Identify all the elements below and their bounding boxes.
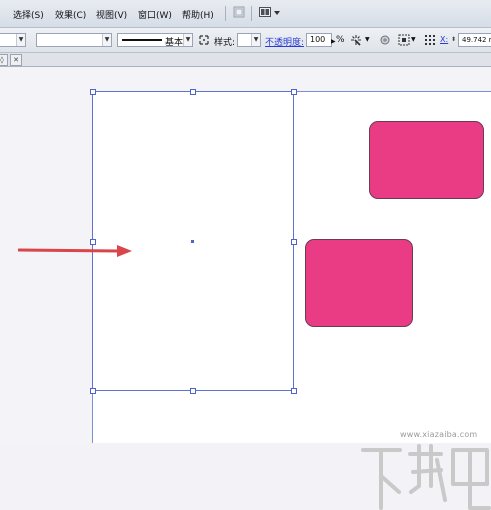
brush-definition-icon[interactable] [199, 35, 209, 45]
resize-handle-top-center[interactable] [190, 89, 196, 95]
control-bar: ▼ ▼ 基本 ▼ 样式: ▼ 不透明度: 100 ▶ % ▼ ▼ X: ⬍ 49… [0, 28, 491, 53]
menu-effect[interactable]: 效果(C) [55, 8, 86, 21]
resize-handle-top-left[interactable] [90, 89, 96, 95]
resize-handle-bottom-left[interactable] [90, 388, 96, 394]
menu-help[interactable]: 帮助(H) [182, 8, 214, 21]
resize-handle-middle-right[interactable] [291, 239, 297, 245]
opacity-value: 100 [310, 35, 326, 44]
selection-center-point [191, 240, 194, 243]
resize-handle-top-right[interactable] [291, 89, 297, 95]
bridge-icon[interactable] [233, 6, 245, 18]
x-label[interactable]: X: [440, 35, 448, 44]
stroke-profile-dropdown[interactable]: 基本 ▼ [117, 33, 193, 48]
fill-dropdown[interactable]: ▼ [0, 33, 26, 47]
pink-rounded-rectangle-lower[interactable] [305, 239, 413, 327]
pink-rounded-rectangle-upper[interactable] [369, 121, 484, 199]
opacity-link[interactable]: 不透明度: [265, 35, 304, 48]
annotation-arrow-icon [18, 245, 132, 257]
align-to-selection-icon[interactable] [398, 34, 410, 46]
recolor-artwork-icon[interactable] [350, 34, 362, 46]
menu-select[interactable]: 选择(S) [13, 8, 44, 21]
document-tab-strip: ◊ ✕ [0, 53, 491, 67]
close-tab-icon[interactable]: ✕ [10, 54, 22, 66]
stepper-icon[interactable]: ⬍ [451, 36, 456, 43]
chevron-down-icon: ▼ [102, 34, 111, 46]
tab-fragment[interactable]: ◊ [0, 54, 8, 66]
reference-point-icon[interactable] [424, 34, 436, 46]
stroke-profile-label: 基本 [165, 38, 184, 48]
opacity-input[interactable]: 100 [306, 33, 332, 47]
chevron-down-icon[interactable]: ▼ [365, 36, 370, 43]
arrange-documents-icon[interactable] [259, 6, 271, 18]
stroke-line-preview [122, 39, 162, 41]
chevron-down-icon[interactable] [274, 11, 280, 16]
menu-window[interactable]: 窗口(W) [138, 8, 172, 21]
chevron-down-icon: ▼ [16, 34, 25, 46]
chevron-down-icon: ▼ [251, 34, 260, 46]
menu-bar: 选择(S) 效果(C) 视图(V) 窗口(W) 帮助(H) [0, 0, 491, 28]
resize-handle-bottom-right[interactable] [291, 388, 297, 394]
isolate-icon[interactable] [380, 35, 390, 45]
stroke-weight-field[interactable]: ▼ [36, 33, 112, 47]
resize-handle-bottom-center[interactable] [190, 388, 196, 394]
chevron-down-icon[interactable]: ▼ [411, 36, 416, 43]
graphic-style-dropdown[interactable]: ▼ [237, 33, 261, 47]
menu-separator [225, 6, 226, 21]
chevron-right-icon[interactable]: ▶ [331, 38, 336, 45]
style-label: 样式: [214, 38, 236, 48]
x-position-input[interactable]: 49.742 m [458, 33, 491, 47]
opacity-unit: % [336, 35, 345, 45]
canvas-area[interactable] [0, 67, 491, 510]
menu-separator [251, 6, 252, 21]
menu-view[interactable]: 视图(V) [96, 8, 127, 21]
chevron-down-icon: ▼ [183, 34, 192, 46]
watermark-logo [361, 444, 491, 510]
watermark-url: www.xiazaiba.com [400, 430, 478, 439]
x-position-value: 49.742 m [462, 36, 491, 44]
